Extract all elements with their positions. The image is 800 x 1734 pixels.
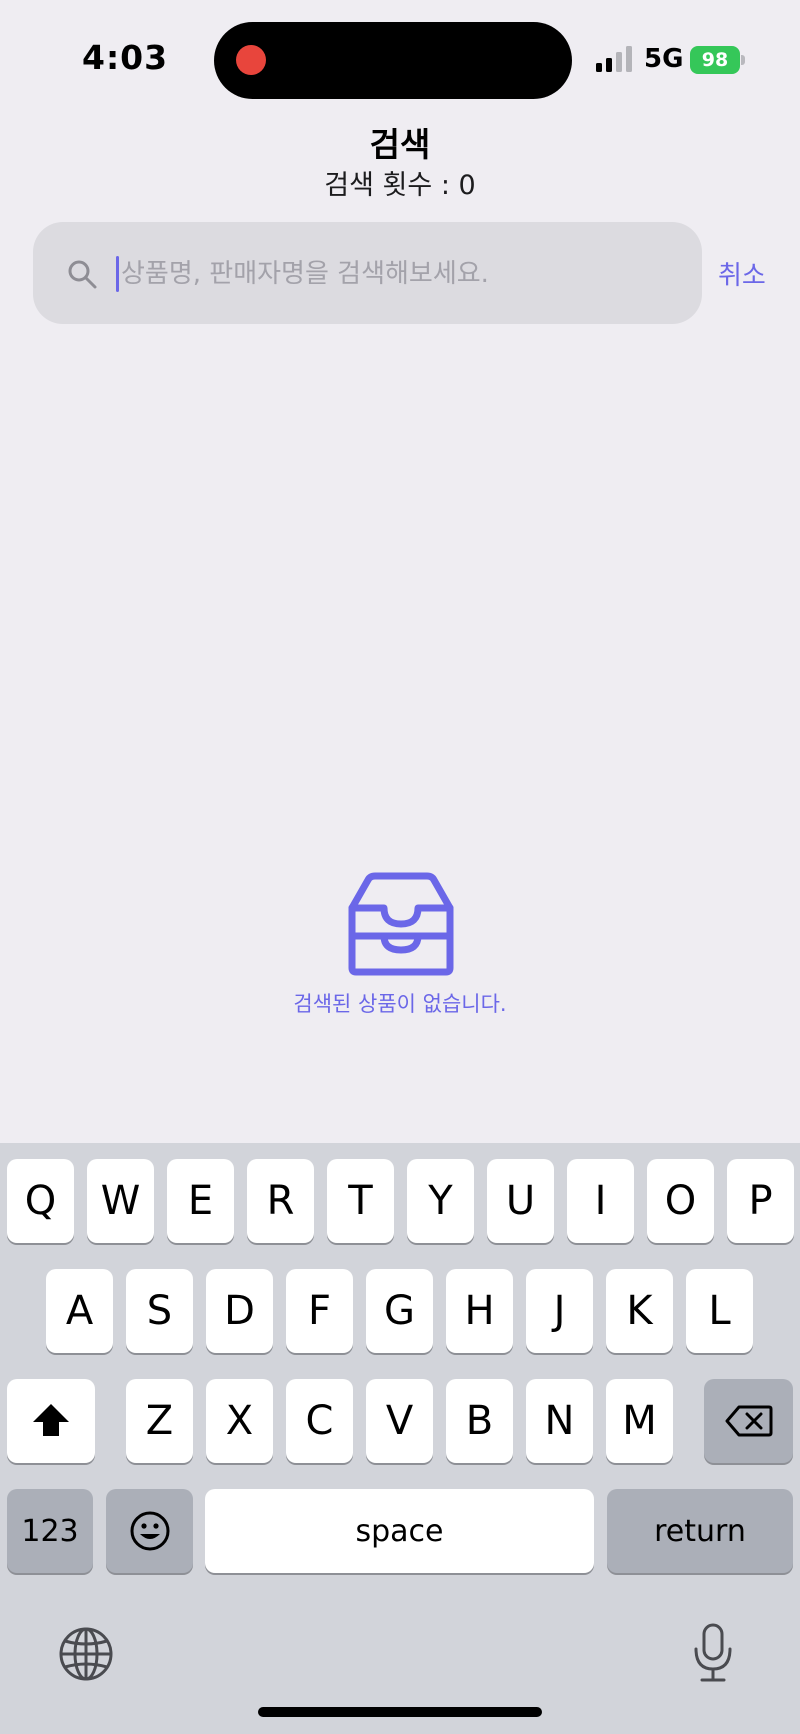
key-x[interactable]: X (206, 1379, 273, 1463)
return-key[interactable]: return (607, 1489, 793, 1573)
network-label: 5G (644, 44, 684, 74)
emoji-icon (130, 1511, 169, 1551)
key-i[interactable]: I (567, 1159, 634, 1243)
key-w[interactable]: W (87, 1159, 154, 1243)
cancel-button[interactable]: 취소 (718, 255, 766, 292)
key-r[interactable]: R (247, 1159, 314, 1243)
status-time: 4:03 (82, 38, 169, 77)
key-z[interactable]: Z (126, 1379, 193, 1463)
key-g[interactable]: G (366, 1269, 433, 1353)
key-l[interactable]: L (686, 1269, 753, 1353)
key-t[interactable]: T (327, 1159, 394, 1243)
key-a[interactable]: A (46, 1269, 113, 1353)
key-e[interactable]: E (167, 1159, 234, 1243)
page-title: 검색 (369, 125, 431, 164)
emoji-key[interactable] (106, 1489, 193, 1573)
delete-key[interactable] (704, 1379, 793, 1463)
numbers-key[interactable]: 123 (7, 1489, 93, 1573)
battery-level: 98 (701, 49, 729, 71)
key-q[interactable]: Q (7, 1159, 74, 1243)
key-c[interactable]: C (286, 1379, 353, 1463)
globe-icon[interactable] (58, 1626, 114, 1682)
key-n[interactable]: N (526, 1379, 593, 1463)
key-b[interactable]: B (446, 1379, 513, 1463)
microphone-icon[interactable] (692, 1622, 734, 1684)
key-y[interactable]: Y (407, 1159, 474, 1243)
battery-indicator: 98 (690, 46, 740, 74)
dynamic-island (214, 22, 572, 99)
key-h[interactable]: H (446, 1269, 513, 1353)
home-indicator (258, 1707, 542, 1717)
key-s[interactable]: S (126, 1269, 193, 1353)
shift-icon (33, 1404, 69, 1436)
recording-indicator (236, 45, 266, 75)
delete-icon (725, 1405, 772, 1437)
key-u[interactable]: U (487, 1159, 554, 1243)
search-count: 검색 횟수 : 0 (324, 170, 476, 201)
empty-state-message: 검색된 상품이 없습니다. (293, 992, 507, 1016)
key-d[interactable]: D (206, 1269, 273, 1353)
text-caret (116, 256, 119, 292)
search-input[interactable] (119, 250, 681, 298)
key-v[interactable]: V (366, 1379, 433, 1463)
battery-tip (741, 55, 745, 65)
shift-key[interactable] (7, 1379, 95, 1463)
search-icon (68, 260, 97, 289)
empty-box-icon (348, 872, 454, 976)
key-p[interactable]: P (727, 1159, 794, 1243)
space-key[interactable]: space (205, 1489, 594, 1573)
key-j[interactable]: J (526, 1269, 593, 1353)
key-o[interactable]: O (647, 1159, 714, 1243)
key-k[interactable]: K (606, 1269, 673, 1353)
key-f[interactable]: F (286, 1269, 353, 1353)
signal-icon (596, 46, 632, 72)
key-m[interactable]: M (606, 1379, 673, 1463)
